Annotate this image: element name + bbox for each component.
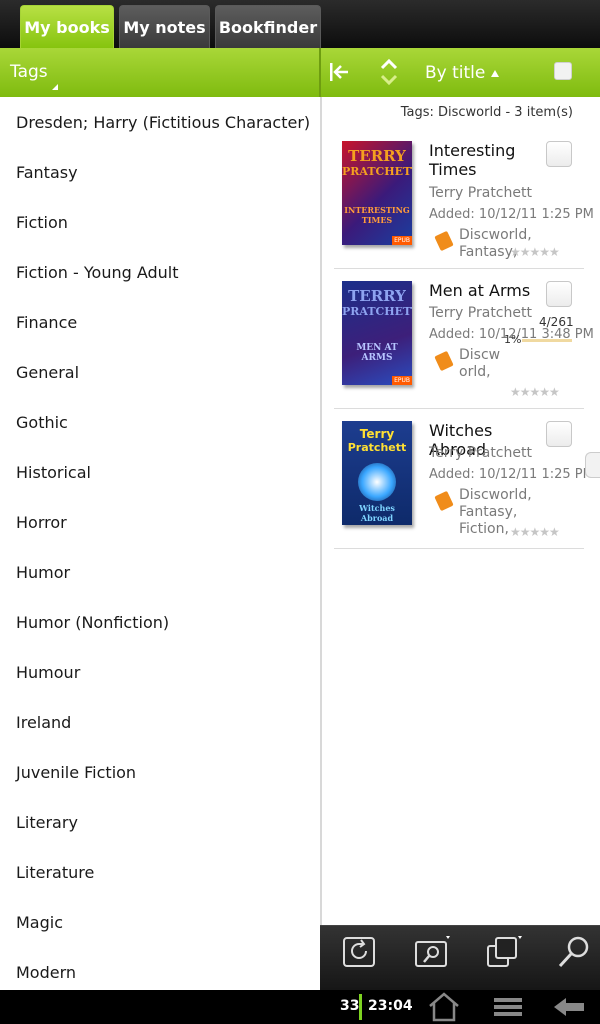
book-row[interactable]: Terry Pratchett Witches Abroad Witches A…: [334, 409, 594, 549]
tag-item[interactable]: Humor (Nonfiction): [0, 597, 320, 647]
tag-item[interactable]: Dresden; Harry (Fictitious Character): [0, 97, 320, 147]
menu-icon[interactable]: [478, 990, 538, 1024]
tag-item[interactable]: General: [0, 347, 320, 397]
tag-item[interactable]: Juvenile Fiction: [0, 747, 320, 797]
filter-summary: Tags: Discworld - 3 item(s): [400, 105, 573, 120]
cover-text: TERRY: [348, 287, 406, 305]
cover-art: [358, 463, 396, 501]
home-icon[interactable]: [414, 990, 474, 1024]
battery-level: 33: [340, 998, 360, 1014]
bottom-action-bar: [320, 925, 600, 990]
tag-item[interactable]: Historical: [0, 447, 320, 497]
rating-stars[interactable]: ★★★★★: [510, 525, 560, 539]
book-author: Terry Pratchett: [429, 445, 532, 461]
tag-item[interactable]: Literary: [0, 797, 320, 847]
cover-text: TERRY: [348, 147, 406, 165]
tag-item[interactable]: Fiction: [0, 197, 320, 247]
collapse-panel-icon[interactable]: [328, 60, 350, 84]
tag-item[interactable]: Humour: [0, 647, 320, 697]
tab-bookfinder[interactable]: Bookfinder: [215, 5, 321, 48]
book-checkbox[interactable]: [546, 421, 572, 447]
reading-progress-pages: 4/261: [539, 315, 574, 329]
cover-text: Pratchett: [347, 441, 407, 454]
cover-text: MEN AT ARMS: [356, 343, 398, 363]
book-title: Interesting Times: [429, 141, 516, 179]
tab-my-books[interactable]: My books: [20, 5, 114, 48]
cover-text: INTERESTING TIMES: [344, 205, 410, 225]
reading-progress-percent: 1%: [504, 333, 522, 346]
tag-item[interactable]: Ireland: [0, 697, 320, 747]
book-tags: Discw orld,: [459, 347, 501, 380]
tag-item[interactable]: Finance: [0, 297, 320, 347]
search-folder-icon[interactable]: [412, 934, 452, 970]
tag-item[interactable]: Fantasy: [0, 147, 320, 197]
tag-item[interactable]: Fiction - Young Adult: [0, 247, 320, 297]
tag-icon: [434, 490, 454, 512]
book-title: Men at Arms: [429, 281, 531, 300]
dropdown-corner-icon: [52, 84, 58, 90]
cover-text: Witches Abroad: [359, 503, 395, 523]
epub-badge: EPUB: [392, 236, 412, 245]
cover-text: PRATCHETT: [342, 165, 412, 178]
tag-icon: [434, 350, 454, 372]
tag-list: Dresden; Harry (Fictitious Character) Fa…: [0, 97, 320, 990]
cover-text: Terry: [359, 427, 395, 441]
caret-up-icon: [491, 69, 500, 77]
book-row[interactable]: TERRY PRATCHETT MEN AT ARMS EPUB Men at …: [334, 269, 594, 409]
clock: 23:04: [368, 998, 413, 1014]
sort-by-dropdown[interactable]: By title: [425, 63, 500, 83]
book-row[interactable]: TERRY PRATCHETT INTERESTING TIMES EPUB I…: [334, 129, 594, 269]
tag-item[interactable]: Gothic: [0, 397, 320, 447]
toolbar-divider: [319, 48, 321, 97]
book-checkbox[interactable]: [546, 281, 572, 307]
tag-item[interactable]: Horror: [0, 497, 320, 547]
tag-item[interactable]: Magic: [0, 897, 320, 947]
tag-item[interactable]: Humor: [0, 547, 320, 597]
toolbar: Tags: [0, 48, 600, 97]
select-all-checkbox[interactable]: [554, 62, 572, 80]
tag-item[interactable]: Literature: [0, 847, 320, 897]
tag-item[interactable]: Modern: [0, 947, 320, 990]
windows-icon[interactable]: [484, 934, 524, 970]
top-tab-bar: My books My notes Bookfinder: [0, 0, 600, 48]
back-icon[interactable]: [540, 990, 600, 1024]
tags-dropdown[interactable]: Tags: [10, 62, 48, 82]
book-cover[interactable]: TERRY PRATCHETT INTERESTING TIMES EPUB: [342, 141, 412, 245]
system-bar: 33 23:04: [0, 990, 600, 1024]
sync-icon[interactable]: [340, 934, 380, 970]
book-added-date: Added: 10/12/11 1:25 PM: [429, 207, 594, 222]
rating-stars[interactable]: ★★★★★: [510, 385, 560, 399]
book-added-date: Added: 10/12/11 1:25 PM: [429, 467, 594, 482]
book-list: Tags: Discworld - 3 item(s) TERRY PRATCH…: [322, 97, 600, 925]
sort-direction-icon[interactable]: [378, 56, 400, 88]
book-cover[interactable]: TERRY PRATCHETT MEN AT ARMS EPUB: [342, 281, 412, 385]
reading-progress-bar: [522, 339, 572, 342]
book-author: Terry Pratchett: [429, 185, 532, 201]
cover-text: PRATCHETT: [342, 305, 412, 318]
expand-handle-icon[interactable]: [585, 452, 600, 478]
epub-badge: EPUB: [392, 376, 412, 385]
book-author: Terry Pratchett: [429, 305, 532, 321]
tag-icon: [434, 230, 454, 252]
tab-my-notes[interactable]: My notes: [119, 5, 210, 48]
search-icon[interactable]: [556, 934, 596, 970]
book-cover[interactable]: Terry Pratchett Witches Abroad: [342, 421, 412, 525]
battery-icon: [359, 994, 362, 1020]
book-checkbox[interactable]: [546, 141, 572, 167]
sort-label: By title: [425, 63, 486, 83]
rating-stars[interactable]: ★★★★★: [510, 245, 560, 259]
